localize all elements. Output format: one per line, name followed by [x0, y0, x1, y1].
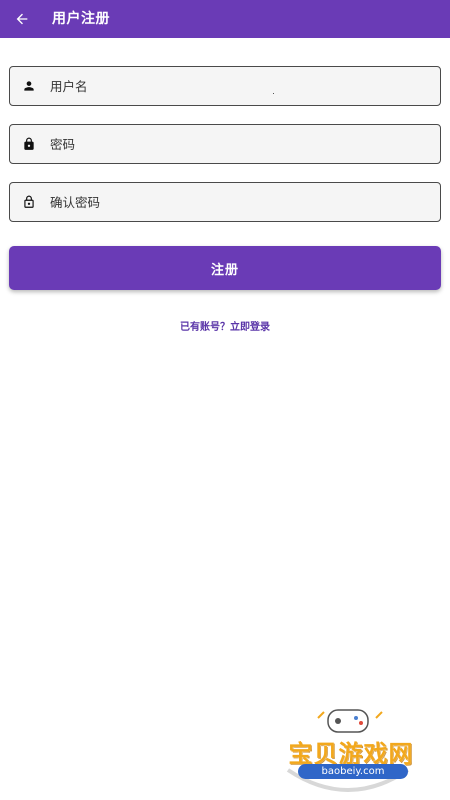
username-input[interactable]	[50, 78, 390, 94]
page-title: 用户注册	[52, 11, 110, 27]
person-icon	[21, 78, 37, 94]
login-link[interactable]: 已有账号？立即登录	[0, 318, 450, 333]
watermark-logo: 宝贝游戏网 baobeiy.com	[268, 700, 428, 796]
lock-icon	[21, 136, 37, 152]
register-button[interactable]: 注册	[9, 246, 441, 290]
username-field[interactable]	[9, 66, 441, 106]
stray-dot	[273, 93, 274, 94]
lock-open-icon	[21, 194, 37, 210]
watermark-url: baobeiy.com	[298, 764, 408, 779]
password-input[interactable]	[50, 136, 390, 152]
arrow-left-icon	[16, 13, 28, 25]
app-bar: 用户注册	[0, 0, 450, 38]
back-button[interactable]	[8, 5, 36, 33]
password-field[interactable]	[9, 124, 441, 164]
confirm-password-input[interactable]	[50, 194, 390, 210]
confirm-password-field[interactable]	[9, 182, 441, 222]
